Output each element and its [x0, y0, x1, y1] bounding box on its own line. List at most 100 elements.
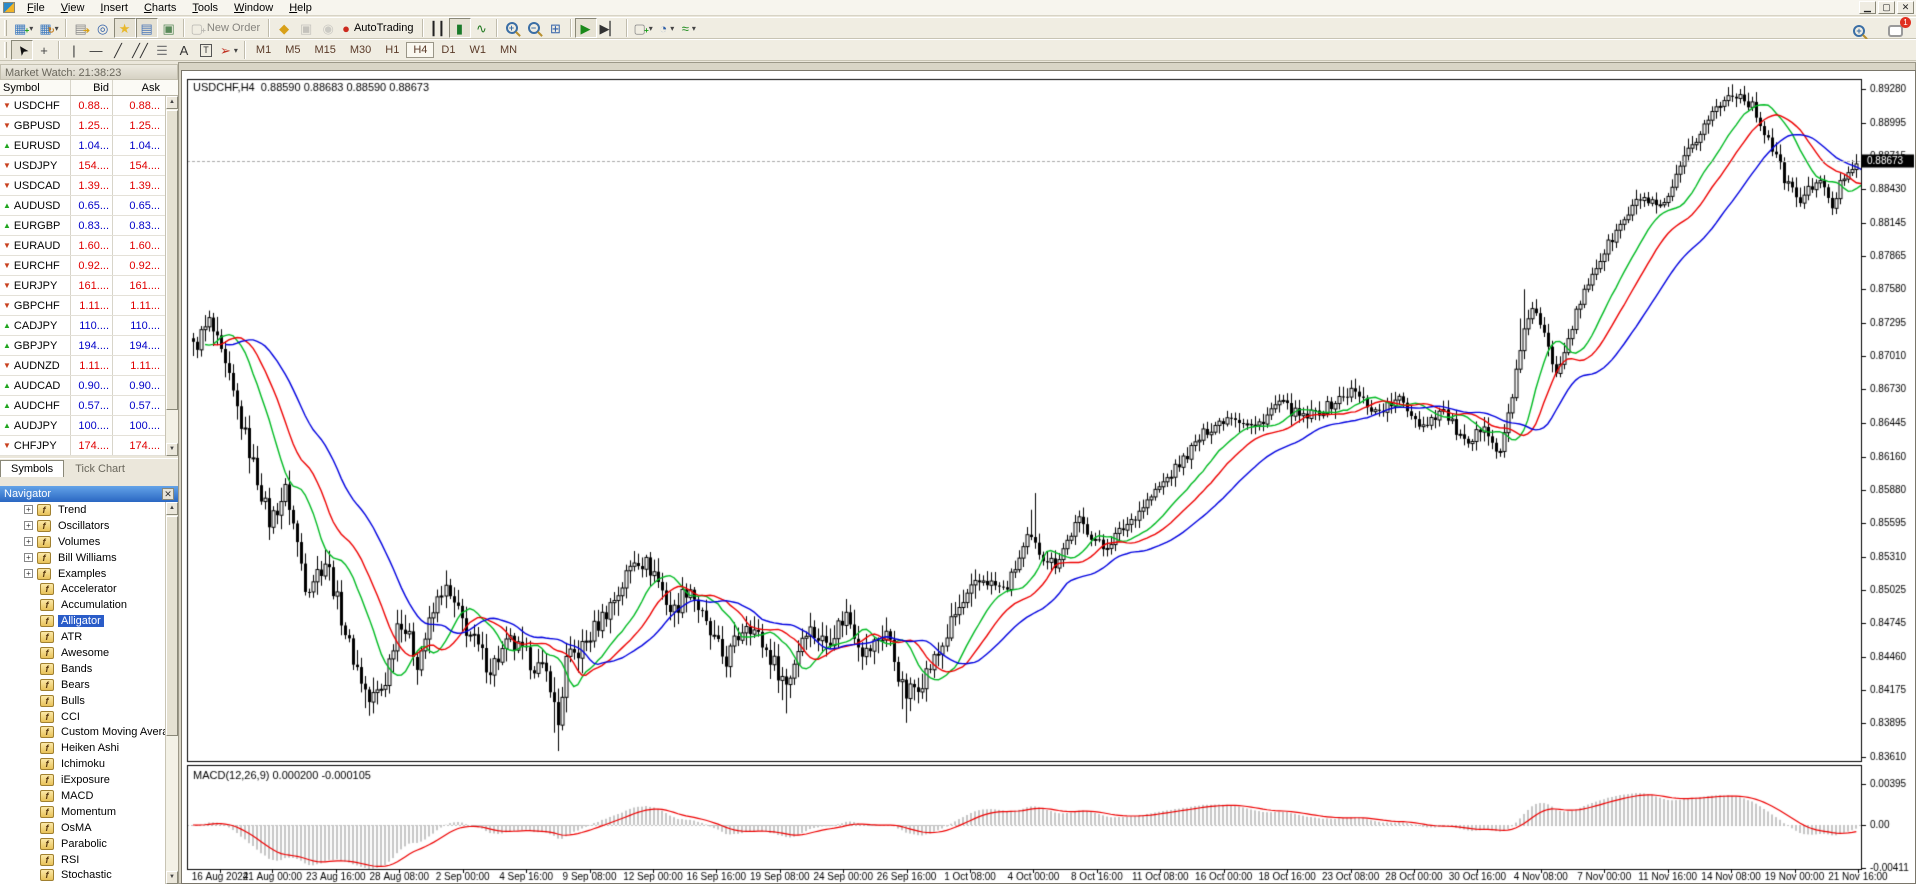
terminal-button[interactable]: ▤: [136, 18, 158, 38]
templates-button[interactable]: ▢+▾: [631, 18, 656, 38]
autotrading-button[interactable]: ●AutoTrading: [339, 18, 418, 38]
cursor-button[interactable]: ➤: [11, 40, 33, 60]
vertical-line-button[interactable]: |: [63, 40, 85, 60]
strategy-tester-button[interactable]: ▣: [158, 18, 180, 38]
navigator-item-cci[interactable]: fCCI: [0, 709, 178, 725]
market-watch-row[interactable]: ▲GBPJPY194....194....: [0, 336, 178, 356]
menu-window[interactable]: Window: [226, 1, 281, 15]
market-watch-row[interactable]: ▲AUDCAD0.90...0.90...: [0, 376, 178, 396]
zoom-in-button[interactable]: +: [501, 18, 523, 38]
fibonacci-button[interactable]: ☰: [151, 40, 173, 60]
navigator-group-bill-williams[interactable]: +fBill Williams: [0, 550, 178, 566]
tab-tick-chart[interactable]: Tick Chart: [64, 460, 136, 477]
expand-icon[interactable]: +: [24, 521, 33, 530]
line-chart-button[interactable]: ∿: [471, 18, 493, 38]
market-watch-row[interactable]: ▼USDCAD1.39...1.39...: [0, 176, 178, 196]
market-watch-row[interactable]: ▼EURCHF0.92...0.92...: [0, 256, 178, 276]
market-watch-row[interactable]: ▼AUDNZD1.11...1.11...: [0, 356, 178, 376]
expert-advisors-button[interactable]: ◆: [273, 18, 295, 38]
channel-button[interactable]: ╱╱: [129, 40, 151, 60]
market-watch-title[interactable]: Market Watch: 21:38:23: [0, 64, 178, 80]
restore-button[interactable]: ▢: [1878, 1, 1895, 14]
expand-icon[interactable]: +: [24, 505, 33, 514]
navigator-item-parabolic[interactable]: fParabolic: [0, 836, 178, 852]
close-button[interactable]: ✕: [1897, 1, 1914, 14]
new-chart-button[interactable]: ▦+▾: [11, 18, 36, 38]
scroll-down-icon[interactable]: ▼: [166, 871, 178, 884]
market-watch-row[interactable]: ▼USDCHF0.88...0.88...: [0, 96, 178, 116]
candlestick-button[interactable]: ▮: [449, 18, 471, 38]
crosshair-button[interactable]: +: [33, 40, 55, 60]
market-watch-row[interactable]: ▲EURGBP0.83...0.83...: [0, 216, 178, 236]
navigator-item-osma[interactable]: fOsMA: [0, 820, 178, 836]
navigator-item-momentum[interactable]: fMomentum: [0, 804, 178, 820]
expand-icon[interactable]: +: [24, 537, 33, 546]
zoom-out-button[interactable]: −: [523, 18, 545, 38]
notifications-button[interactable]: 1: [1884, 21, 1906, 41]
chevron-down-icon[interactable]: ▾: [692, 24, 696, 33]
timeframe-mn[interactable]: MN: [493, 42, 524, 58]
navigator-item-ichimoku[interactable]: fIchimoku: [0, 756, 178, 772]
timeframe-w1[interactable]: W1: [462, 42, 493, 58]
chart-shift-button[interactable]: ▶▏: [597, 18, 623, 38]
chevron-down-icon[interactable]: ▾: [670, 24, 674, 33]
scroll-up-icon[interactable]: ▲: [166, 96, 178, 109]
market-watch-row[interactable]: ▲CADJPY110....110....: [0, 316, 178, 336]
market-watch-scrollbar[interactable]: ▲▼: [165, 96, 178, 456]
navigator-item-alligator[interactable]: fAlligator: [0, 613, 178, 629]
market-watch-button[interactable]: ▤➔: [70, 18, 92, 38]
text-button[interactable]: A: [173, 40, 195, 60]
navigator-group-volumes[interactable]: +fVolumes: [0, 534, 178, 550]
expand-icon[interactable]: +: [24, 553, 33, 562]
timeframe-m30[interactable]: M30: [343, 42, 378, 58]
profiles-button[interactable]: ▦↻▾: [36, 18, 61, 38]
navigator-button[interactable]: ★: [114, 18, 136, 38]
search-button[interactable]: +: [1848, 21, 1870, 41]
label-button[interactable]: T: [195, 40, 217, 60]
expand-icon[interactable]: +: [24, 569, 33, 578]
scroll-thumb[interactable]: [166, 516, 178, 736]
market-watch-row[interactable]: ▲AUDJPY100....100....: [0, 416, 178, 436]
navigator-item-bands[interactable]: fBands: [0, 661, 178, 677]
timeframe-m1[interactable]: M1: [249, 42, 278, 58]
navigator-group-oscillators[interactable]: +fOscillators: [0, 518, 178, 534]
timeframe-m5[interactable]: M5: [278, 42, 307, 58]
scroll-thumb[interactable]: [166, 110, 178, 410]
menu-file[interactable]: File: [19, 1, 53, 15]
navigator-item-macd[interactable]: fMACD: [0, 788, 178, 804]
market-watch-row[interactable]: ▼GBPUSD1.25...1.25...: [0, 116, 178, 136]
navigator-group-trend[interactable]: +fTrend: [0, 502, 178, 518]
market-watch-row[interactable]: ▲AUDCHF0.57...0.57...: [0, 396, 178, 416]
navigator-item-custom-moving-avera[interactable]: fCustom Moving Avera: [0, 724, 178, 740]
navigator-item-heiken-ashi[interactable]: fHeiken Ashi: [0, 740, 178, 756]
trendline-button[interactable]: ╱: [107, 40, 129, 60]
indicators-button[interactable]: ≈▾: [678, 18, 700, 38]
navigator-item-atr[interactable]: fATR: [0, 629, 178, 645]
navigator-item-iexposure[interactable]: fiExposure: [0, 772, 178, 788]
scroll-up-icon[interactable]: ▲: [166, 502, 178, 515]
menu-charts[interactable]: Charts: [136, 1, 184, 15]
menu-tools[interactable]: Tools: [184, 1, 226, 15]
navigator-item-stochastic[interactable]: fStochastic: [0, 867, 178, 883]
navigator-item-accelerator[interactable]: fAccelerator: [0, 581, 178, 597]
arrows-button[interactable]: ➢▾: [217, 40, 241, 60]
timeframe-h1[interactable]: H1: [378, 42, 406, 58]
chevron-down-icon[interactable]: ▾: [649, 24, 653, 33]
menu-insert[interactable]: Insert: [92, 1, 136, 15]
scroll-down-icon[interactable]: ▼: [166, 443, 178, 456]
navigator-item-rsi[interactable]: fRSI: [0, 852, 178, 868]
market-watch-row[interactable]: ▼EURJPY161....161....: [0, 276, 178, 296]
navigator-item-awesome[interactable]: fAwesome: [0, 645, 178, 661]
tile-windows-button[interactable]: ⊞: [545, 18, 567, 38]
market-watch-row[interactable]: ▲AUDUSD0.65...0.65...: [0, 196, 178, 216]
horizontal-line-button[interactable]: —: [85, 40, 107, 60]
market-watch-row[interactable]: ▼USDJPY154....154....: [0, 156, 178, 176]
navigator-item-accumulation[interactable]: fAccumulation: [0, 597, 178, 613]
navigator-item-bulls[interactable]: fBulls: [0, 693, 178, 709]
market-watch-row[interactable]: ▼GBPCHF1.11...1.11...: [0, 296, 178, 316]
market-watch-row[interactable]: ▲EURUSD1.04...1.04...: [0, 136, 178, 156]
market-watch-row[interactable]: ▼CHFJPY174....174....: [0, 436, 178, 456]
data-window-button[interactable]: ◎: [92, 18, 114, 38]
menu-view[interactable]: View: [53, 1, 93, 15]
price-chart-canvas[interactable]: [181, 70, 1916, 884]
